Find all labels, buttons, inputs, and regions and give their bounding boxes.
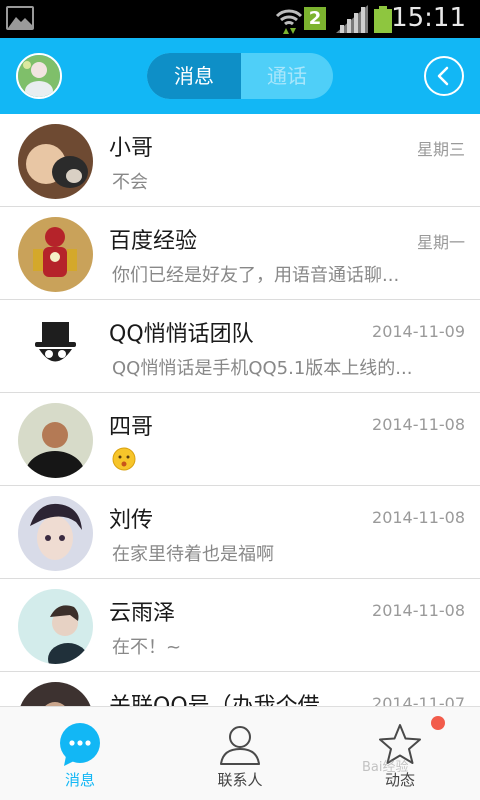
message-preview: QQ悄悄话是手机QQ5.1版本上线的... (112, 358, 413, 379)
tab-calls[interactable]: 通话 (241, 53, 333, 99)
contact-name: QQ悄悄话团队 (109, 322, 254, 347)
app-header: 消息 通话 (0, 38, 480, 114)
my-avatar[interactable] (16, 53, 62, 99)
avatar (18, 403, 93, 478)
contact-name: 四哥 (109, 415, 154, 440)
conversation-row[interactable]: 四哥 2014-11-08 (0, 393, 480, 486)
message-date: 2014-11-09 (372, 322, 465, 341)
avatar (18, 124, 93, 199)
conversation-row[interactable]: 刘传 2014-11-08 在家里待着也是福啊 (0, 486, 480, 579)
wifi-icon (275, 9, 303, 34)
tab-moments[interactable]: 动态 (320, 707, 480, 800)
notification-dot (431, 716, 445, 730)
message-preview: 不会 (112, 172, 148, 193)
contact-person-icon (220, 726, 260, 765)
avatar (18, 682, 93, 706)
message-preview (112, 447, 448, 476)
tab-contacts[interactable]: 联系人 (160, 707, 320, 800)
battery-icon (374, 6, 392, 33)
tab-messages[interactable]: 消息 (147, 53, 241, 99)
chat-bubble-icon (60, 723, 100, 766)
message-preview: 你们已经是好友了，用语音通话聊... (112, 265, 400, 286)
message-preview: 在不！~ (112, 637, 182, 658)
contact-name: 云雨泽 (109, 601, 176, 626)
contact-name: 小哥 (109, 136, 154, 161)
conversation-row[interactable]: 关联QQ号（办我个借 2014-11-07 (0, 672, 480, 706)
message-date: 星期一 (416, 233, 465, 252)
chevron-left-icon (437, 66, 449, 86)
conversation-row[interactable]: QQ悄悄话团队 2014-11-09 QQ悄悄话是手机QQ5.1版本上线的... (0, 300, 480, 393)
qq-messages-screen: 2 15:11 消息 通话 小哥 星期三 不会 百度经验 星期一 你们已经是好友… (0, 0, 480, 800)
back-button[interactable] (424, 56, 464, 96)
contact-name: 刘传 (109, 508, 154, 533)
message-date: 2014-11-08 (372, 415, 465, 434)
conversation-row[interactable]: 云雨泽 2014-11-08 在不！~ (0, 579, 480, 672)
avatar (18, 496, 93, 571)
bottom-tab-bar: 消息 联系人 动态 (0, 706, 480, 800)
avatar (18, 217, 93, 292)
message-date: 2014-11-08 (372, 601, 465, 620)
avatar (18, 589, 93, 664)
message-date: 2014-11-07 (372, 694, 465, 706)
signal-icon (336, 5, 368, 33)
contact-name: 关联QQ号（办我个借 (109, 688, 320, 706)
clock: 15:11 (391, 3, 466, 33)
watermark: Bai经验 (362, 760, 409, 775)
avatar (18, 310, 93, 385)
conversation-row[interactable]: 百度经验 星期一 你们已经是好友了，用语音通话聊... (0, 207, 480, 300)
message-date: 2014-11-08 (372, 508, 465, 527)
emoji-icon (112, 447, 136, 471)
sim-badge: 2 (304, 7, 326, 30)
message-preview: 在家里待着也是福啊 (112, 544, 274, 565)
tab-label: 联系人 (217, 771, 263, 789)
tab-label: 消息 (64, 771, 95, 789)
conversation-row[interactable]: 小哥 星期三 不会 (0, 114, 480, 207)
conversation-list: 小哥 星期三 不会 百度经验 星期一 你们已经是好友了，用语音通话聊... QQ… (0, 114, 480, 706)
message-date: 星期三 (416, 140, 465, 159)
status-bar: 2 15:11 (0, 0, 480, 38)
picture-icon (6, 6, 34, 30)
contact-name: 百度经验 (109, 229, 198, 254)
message-call-switch: 消息 通话 (147, 53, 333, 99)
tab-messages-bottom[interactable]: 消息 (0, 707, 160, 800)
